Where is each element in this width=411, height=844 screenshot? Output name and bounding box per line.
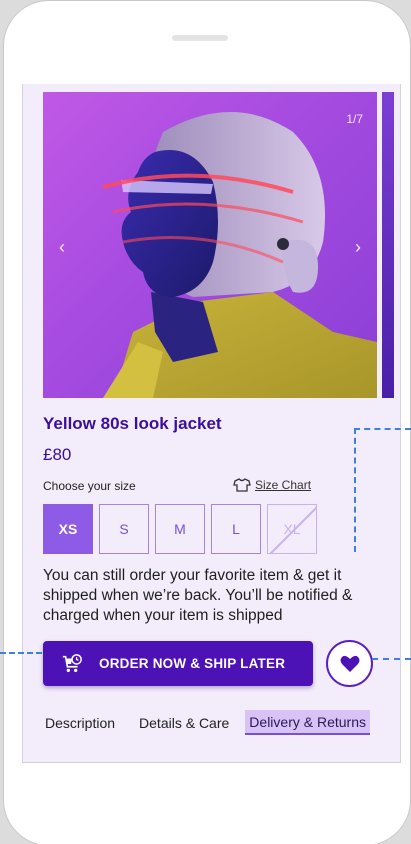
tab-details-care[interactable]: Details & Care	[137, 711, 231, 735]
image-counter: 1/7	[346, 112, 363, 126]
unavailable-strike	[269, 505, 316, 553]
size-option-xl[interactable]: XL	[267, 504, 317, 554]
size-option-l[interactable]: L	[211, 504, 261, 554]
screen-divider	[22, 762, 401, 763]
wishlist-button[interactable]	[326, 640, 373, 687]
order-button-label: ORDER NOW & SHIP LATER	[99, 656, 286, 671]
annotation-guide-line	[354, 428, 411, 430]
size-chart-label: Size Chart	[255, 478, 312, 492]
size-label: Choose your size	[43, 479, 136, 493]
order-now-ship-later-button[interactable]: ORDER NOW & SHIP LATER	[43, 641, 313, 686]
product-photo	[102, 112, 377, 398]
product-image-carousel[interactable]: 1/7 ‹ ›	[43, 92, 377, 398]
product-info-tabs: Description Details & Care Delivery & Re…	[43, 710, 370, 735]
previous-image-arrow-icon[interactable]: ‹	[59, 238, 65, 256]
size-selector: XS S M L XL	[43, 504, 317, 554]
product-price: £80	[43, 445, 72, 464]
cart-clock-icon	[62, 653, 82, 672]
size-option-xs[interactable]: XS	[43, 504, 93, 554]
annotation-guide-line	[372, 658, 411, 660]
size-chart-link[interactable]: Size Chart	[233, 477, 311, 493]
next-image-peek[interactable]	[382, 92, 394, 398]
annotation-guide-line	[0, 652, 42, 654]
size-option-label: XS	[58, 521, 78, 537]
phone-speaker	[172, 35, 228, 41]
size-option-label: L	[232, 521, 240, 537]
tshirt-icon	[233, 478, 251, 492]
tab-description[interactable]: Description	[43, 711, 117, 735]
heart-icon	[340, 655, 359, 672]
product-screen: 1/7 ‹ › Yellow 80s look jacket £80 Choos…	[22, 84, 401, 762]
size-option-label: S	[119, 521, 129, 537]
size-option-s[interactable]: S	[99, 504, 149, 554]
annotation-guide-line	[354, 428, 356, 552]
size-option-label: M	[174, 521, 186, 537]
size-option-m[interactable]: M	[155, 504, 205, 554]
product-title: Yellow 80s look jacket	[43, 414, 222, 433]
next-image-arrow-icon[interactable]: ›	[355, 238, 361, 256]
tab-delivery-returns[interactable]: Delivery & Returns	[245, 710, 370, 735]
backorder-notice: You can still order your favorite item &…	[43, 567, 353, 624]
